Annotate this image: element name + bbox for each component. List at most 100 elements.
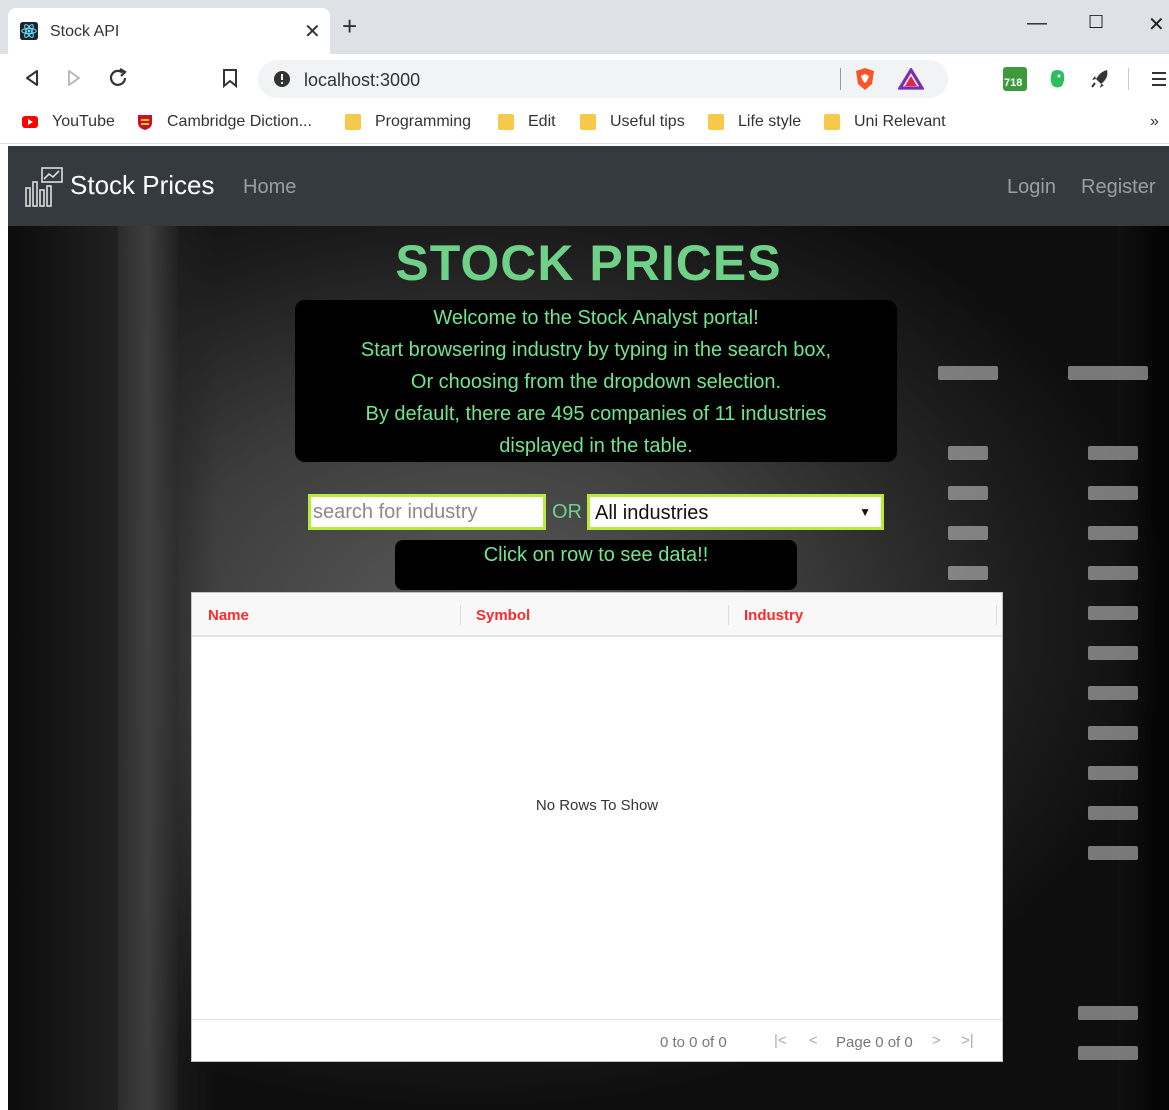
ticker-bar	[1088, 726, 1138, 740]
bookmark-label: Edit	[528, 113, 556, 130]
row-count-summary: 0 to 0 of 0	[660, 1034, 727, 1051]
menu-icon[interactable]	[1148, 66, 1168, 92]
nav-register-link[interactable]: Register	[1081, 176, 1155, 199]
reload-icon[interactable]	[106, 66, 130, 90]
ticker-bar	[1088, 606, 1138, 620]
brave-shield-icon[interactable]	[854, 67, 876, 91]
minimize-icon[interactable]: —	[1027, 12, 1047, 35]
welcome-line: Start browsering industry by typing in t…	[360, 339, 832, 361]
page-indicator: Page 0 of 0	[836, 1034, 913, 1051]
nav-login-link[interactable]: Login	[1007, 176, 1056, 199]
hero-title: STOCK PRICES	[395, 235, 782, 291]
welcome-line: Or choosing from the dropdown selection.	[410, 371, 782, 393]
folder-icon	[498, 114, 514, 130]
bookmark-label: Life style	[738, 113, 802, 130]
bookmark-label: Uni Relevant	[854, 113, 946, 130]
back-icon[interactable]	[20, 66, 44, 90]
folder-icon	[580, 114, 596, 130]
column-header-industry[interactable]: Industry	[728, 593, 996, 637]
previous-page-icon[interactable]: <	[809, 1032, 818, 1049]
welcome-line: Welcome to the Stock Analyst portal!	[433, 307, 759, 329]
cambridge-icon	[138, 115, 152, 130]
maximize-icon[interactable]: ☐	[1088, 12, 1104, 33]
ticker-bar	[1088, 446, 1138, 460]
ticker-bar	[1078, 1006, 1138, 1020]
welcome-line: displayed in the table.	[499, 435, 693, 457]
ticker-bar	[1088, 566, 1138, 580]
new-tab-icon[interactable]: +	[342, 13, 357, 39]
nav-home-link[interactable]: Home	[243, 176, 296, 199]
empty-table-message: No Rows To Show	[535, 797, 659, 814]
ticker-bar	[948, 566, 988, 580]
folder-icon	[708, 114, 724, 130]
bookmark-cambridge[interactable]: Cambridge Diction...	[137, 113, 312, 131]
industry-select-value: All industries	[595, 502, 709, 524]
column-separator[interactable]	[996, 605, 997, 625]
ticker-bar	[1088, 686, 1138, 700]
bookmark-youtube[interactable]: YouTube	[22, 113, 115, 131]
bookmark-label: Programming	[375, 113, 472, 130]
ticker-bar	[948, 446, 988, 460]
ticker-bar	[1078, 1046, 1138, 1060]
forward-icon[interactable]	[62, 66, 86, 90]
toolbar-divider	[1128, 68, 1129, 90]
first-page-icon[interactable]: |<	[774, 1032, 787, 1049]
background-blur-left	[8, 226, 218, 1110]
window-close-icon[interactable]: ✕	[1148, 12, 1165, 37]
welcome-line: By default, there are 495 companies of 1…	[365, 403, 827, 425]
extension-badge: 718	[1004, 77, 1023, 89]
extension-counter-icon[interactable]: 718	[1002, 66, 1028, 92]
brand-title[interactable]: Stock Prices	[70, 170, 215, 201]
industry-search-input[interactable]	[308, 494, 546, 530]
bookmark-programming[interactable]: Programming	[345, 113, 471, 131]
bookmarks-bar: YouTube Cambridge Diction... Programming…	[0, 104, 1169, 144]
bookmarks-more-icon[interactable]: »	[1150, 113, 1159, 131]
youtube-icon	[22, 116, 38, 128]
bookmark-edit[interactable]: Edit	[498, 113, 556, 131]
next-page-icon[interactable]: >	[932, 1032, 941, 1049]
tab-close-icon[interactable]: ✕	[304, 19, 321, 44]
main-background: STOCK PRICES Welcome to the Stock Analys…	[8, 226, 1169, 1110]
ticker-bar	[1088, 846, 1138, 860]
folder-icon	[824, 114, 840, 130]
folder-icon	[345, 114, 361, 130]
or-label: OR	[552, 501, 582, 523]
ticker-bar	[938, 366, 998, 380]
table-pagination: 0 to 0 of 0 |< < Page 0 of 0 > >|	[192, 1019, 1002, 1061]
welcome-box: Welcome to the Stock Analyst portal! Sta…	[295, 300, 897, 462]
ticker-bar	[1088, 486, 1138, 500]
chevron-down-icon: ▼	[859, 505, 871, 519]
brave-rewards-icon[interactable]	[898, 68, 924, 90]
app-navbar: Stock Prices Home Login Register	[8, 146, 1169, 226]
react-icon	[20, 22, 38, 40]
bookmark-life-style[interactable]: Life style	[708, 113, 801, 131]
column-header-name[interactable]: Name	[192, 593, 460, 637]
bookmark-icon[interactable]	[218, 66, 242, 90]
ticker-bar	[1088, 646, 1138, 660]
browser-toolbar: localhost:3000 718	[0, 54, 1169, 104]
bookmark-label: YouTube	[52, 113, 115, 130]
stocks-table: Name Symbol Industry No Rows To Show 0 t…	[191, 592, 1003, 1062]
ticker-bar	[1068, 366, 1148, 380]
evernote-icon[interactable]	[1044, 66, 1070, 92]
background-blur-column	[118, 226, 178, 1110]
address-url: localhost:3000	[304, 70, 421, 90]
browser-tabstrip: Stock API ✕ + — ☐ ✕	[0, 0, 1169, 54]
bookmark-useful-tips[interactable]: Useful tips	[580, 113, 685, 131]
ticker-bar	[1088, 526, 1138, 540]
tab-title: Stock API	[50, 23, 120, 40]
ticker-bar	[1088, 806, 1138, 820]
address-bar[interactable]: localhost:3000	[258, 60, 948, 98]
column-header-symbol[interactable]: Symbol	[460, 593, 728, 637]
address-divider	[840, 68, 841, 90]
bookmark-uni-relevant[interactable]: Uni Relevant	[824, 113, 946, 131]
site-info-icon[interactable]	[272, 69, 292, 89]
ticker-bar	[1088, 766, 1138, 780]
last-page-icon[interactable]: >|	[961, 1032, 974, 1049]
rocket-icon[interactable]	[1087, 66, 1113, 92]
row-click-hint: Click on row to see data!!	[395, 540, 797, 590]
bookmark-label: Cambridge Diction...	[167, 113, 312, 130]
industry-select[interactable]: All industries ▼	[587, 494, 884, 530]
ticker-bar	[948, 486, 988, 500]
browser-tab[interactable]: Stock API ✕	[8, 8, 330, 54]
